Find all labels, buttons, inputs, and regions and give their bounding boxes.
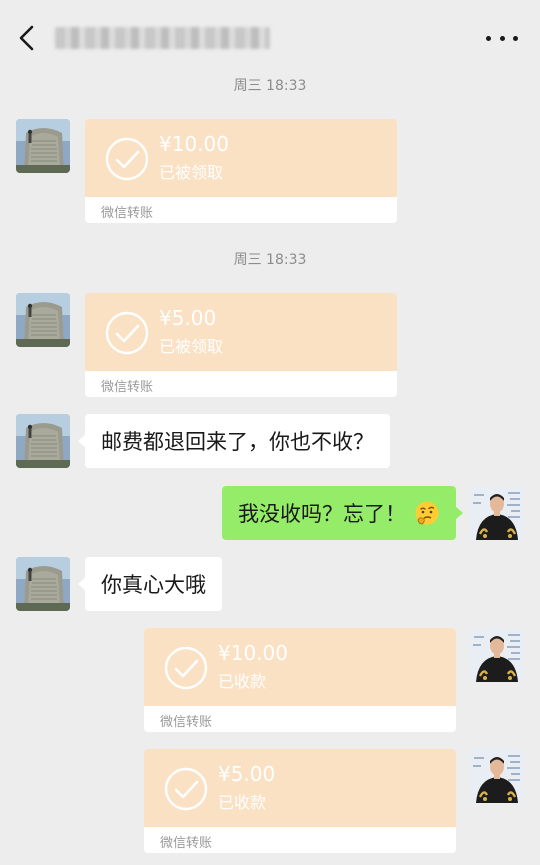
chat-header <box>0 0 540 72</box>
transfer-label: 微信转账 <box>160 715 213 730</box>
check-circle-icon <box>164 767 208 811</box>
transfer-amount: ¥10.00 <box>159 132 229 156</box>
transfer-card[interactable]: ¥10.00 已被领取 微信转账 <box>85 119 397 223</box>
transfer-amount: ¥5.00 <box>159 306 217 330</box>
avatar-contact[interactable] <box>16 119 70 173</box>
chat-title <box>55 27 270 49</box>
back-button[interactable] <box>14 22 42 54</box>
transfer-card-outgoing[interactable]: ¥10.00 已收款 微信转账 <box>144 628 456 732</box>
transfer-status: 已被领取 <box>159 337 224 356</box>
transfer-status: 已收款 <box>218 793 267 812</box>
timestamp: 周三 18:33 <box>233 252 307 268</box>
transfer-card[interactable]: ¥5.00 已被领取 微信转账 <box>85 293 397 397</box>
more-button[interactable] <box>486 28 518 48</box>
avatar-me[interactable] <box>470 486 524 540</box>
avatar-contact[interactable] <box>16 293 70 347</box>
transfer-card-outgoing[interactable]: ¥5.00 已收款 微信转账 <box>144 749 456 853</box>
message-text: 我没收吗？忘了！ <box>238 502 406 526</box>
transfer-label: 微信转账 <box>160 836 213 851</box>
message-text: 邮费都退回来了，你也不收？ <box>101 430 374 454</box>
transfer-status: 已被领取 <box>159 163 224 182</box>
transfer-label: 微信转账 <box>101 206 154 221</box>
transfer-amount: ¥10.00 <box>218 641 288 665</box>
check-circle-icon <box>105 311 149 355</box>
message-text: 你真心大哦 <box>101 573 206 597</box>
avatar-contact[interactable] <box>16 557 70 611</box>
thinking-face-icon <box>415 501 439 525</box>
transfer-amount: ¥5.00 <box>218 762 276 786</box>
more-dots-icon <box>486 35 491 41</box>
avatar-contact[interactable] <box>16 414 70 468</box>
check-circle-icon <box>164 646 208 690</box>
timestamp: 周三 18:33 <box>233 78 307 94</box>
message-bubble-outgoing[interactable]: 我没收吗？忘了！ <box>222 486 463 540</box>
message-bubble[interactable]: 你真心大哦 <box>78 557 222 611</box>
check-circle-icon <box>105 137 149 181</box>
avatar-me[interactable] <box>470 628 524 682</box>
avatar-me[interactable] <box>470 749 524 803</box>
message-bubble[interactable]: 邮费都退回来了，你也不收？ <box>78 414 390 468</box>
transfer-label: 微信转账 <box>101 380 154 395</box>
transfer-status: 已收款 <box>218 672 267 691</box>
chevron-left-icon <box>19 25 34 51</box>
